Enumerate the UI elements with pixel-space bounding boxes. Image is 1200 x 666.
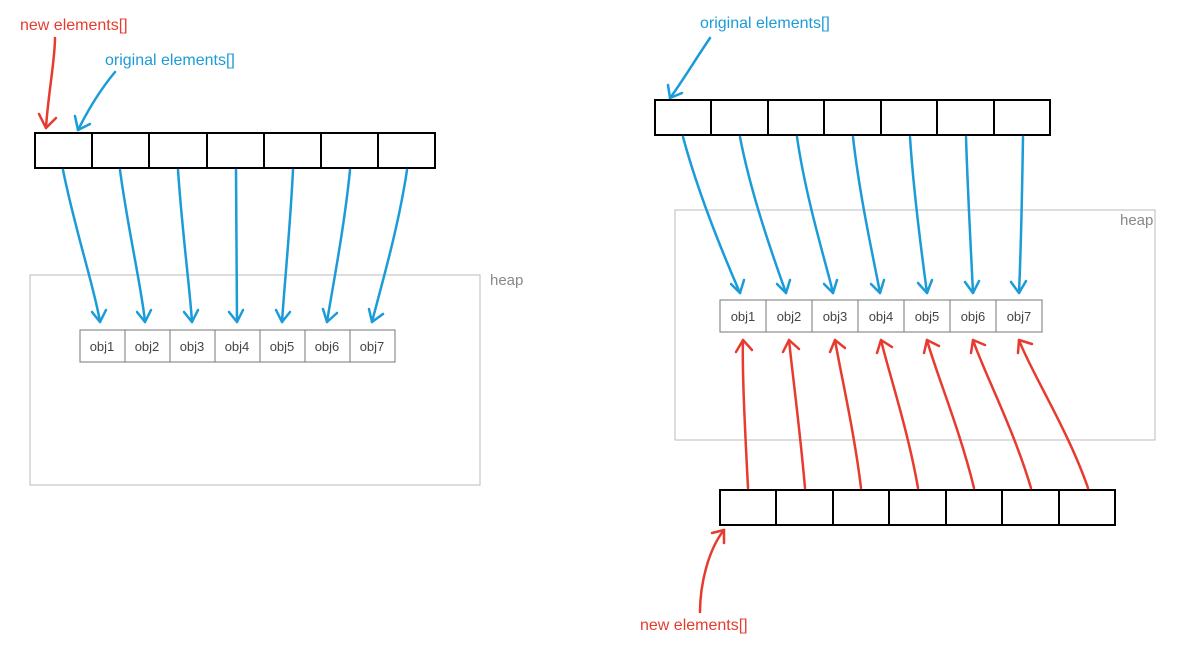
left-obj-row: obj1 obj2 obj3 obj4 obj5 obj6 obj7 xyxy=(80,330,395,362)
right-bottom-arrows xyxy=(736,340,1088,488)
right-panel: original elements[] heap obj1 obj2 xyxy=(640,15,1155,634)
left-obj-1: obj1 xyxy=(90,339,115,354)
right-obj-1: obj1 xyxy=(731,309,756,324)
left-ref-arrows xyxy=(63,170,407,322)
right-obj-4: obj4 xyxy=(869,309,894,324)
right-heap-region xyxy=(675,210,1155,440)
left-obj-2: obj2 xyxy=(135,339,160,354)
left-obj-6: obj6 xyxy=(315,339,340,354)
left-panel: new elements[] original elements[] heap xyxy=(20,17,523,485)
left-obj-5: obj5 xyxy=(270,339,295,354)
left-original-label: original elements[] xyxy=(105,52,235,69)
left-obj-3: obj3 xyxy=(180,339,205,354)
left-original-arrow xyxy=(78,72,115,130)
right-obj-6: obj6 xyxy=(961,309,986,324)
right-obj-7: obj7 xyxy=(1007,309,1032,324)
right-heap-label: heap xyxy=(1120,212,1153,229)
right-obj-5: obj5 xyxy=(915,309,940,324)
right-original-label: original elements[] xyxy=(700,15,830,32)
diagram-canvas: .hand{stroke-linecap:round;stroke-linejo… xyxy=(0,0,1200,666)
right-top-arrows xyxy=(683,137,1026,293)
left-obj-7: obj7 xyxy=(360,339,385,354)
right-bottom-array xyxy=(720,490,1115,525)
right-obj-row: obj1 obj2 obj3 obj4 obj5 obj6 obj7 xyxy=(720,300,1042,332)
right-top-array xyxy=(655,100,1050,135)
left-new-label: new elements[] xyxy=(20,17,128,34)
right-new-label: new elements[] xyxy=(640,617,748,634)
right-new-arrow xyxy=(700,530,724,612)
right-obj-2: obj2 xyxy=(777,309,802,324)
right-original-arrow xyxy=(670,38,710,98)
right-obj-3: obj3 xyxy=(823,309,848,324)
left-array-box xyxy=(35,133,435,168)
left-new-arrow xyxy=(46,38,55,128)
left-heap-label: heap xyxy=(490,272,523,289)
left-obj-4: obj4 xyxy=(225,339,250,354)
